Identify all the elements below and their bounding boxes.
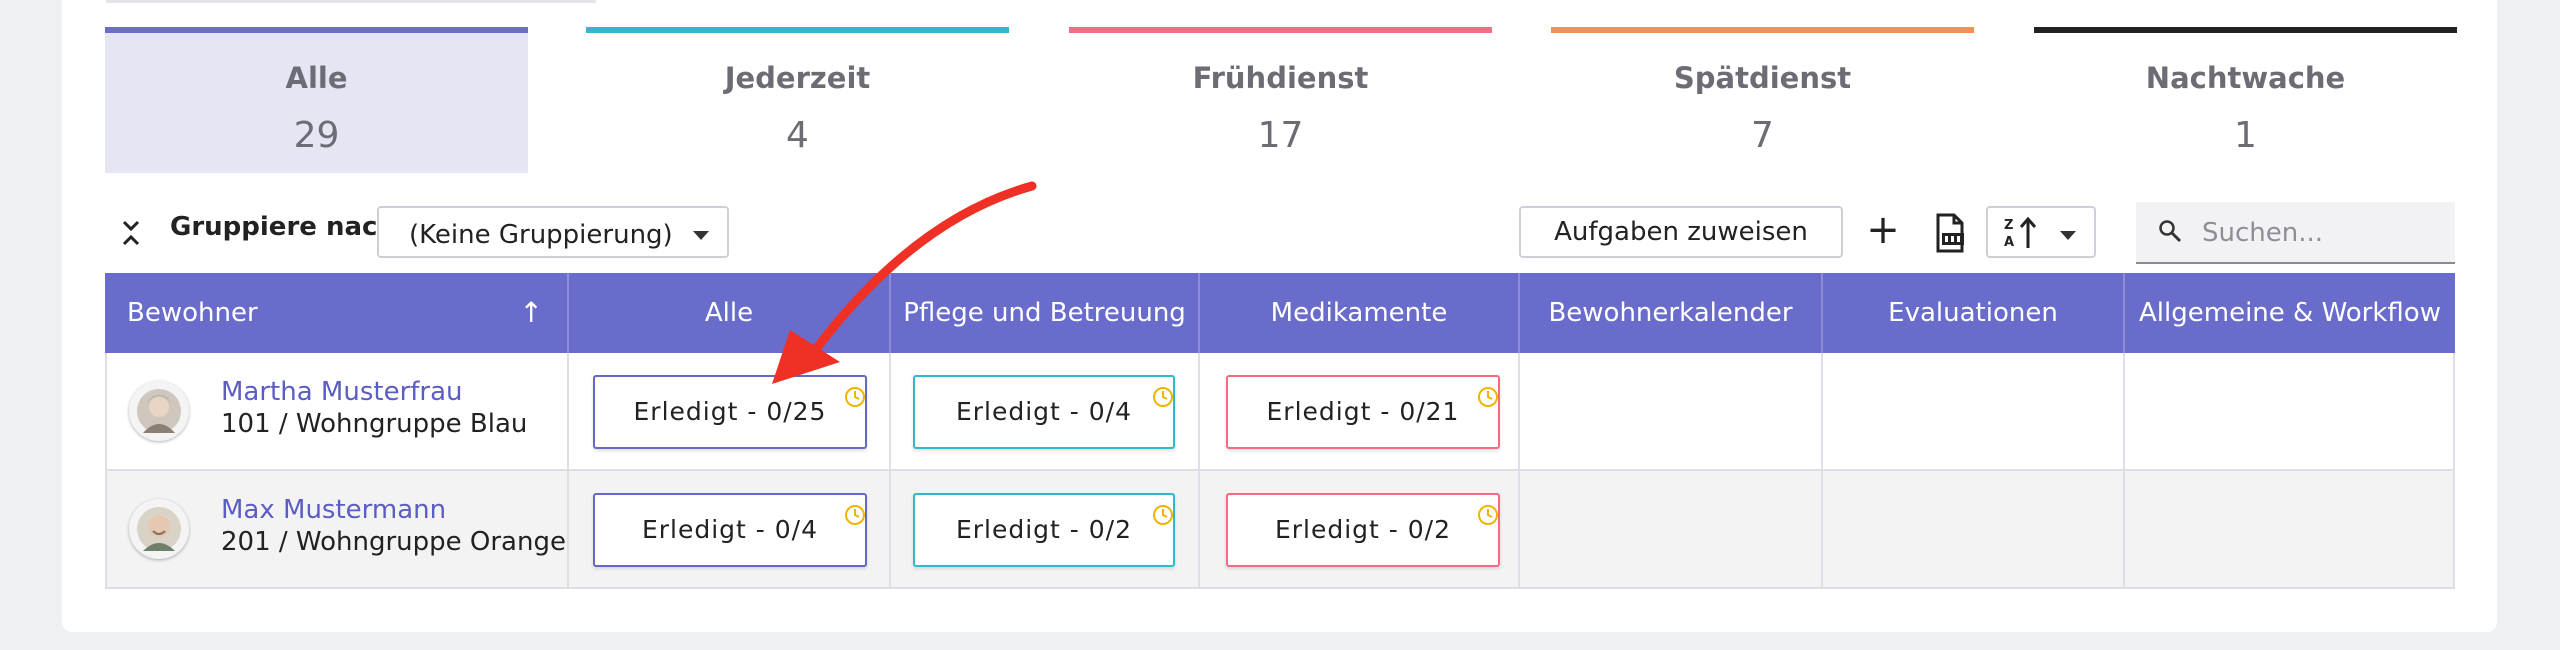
svg-text:A: A [2004,235,2014,250]
chip-label: Erledigt - 0/2 [955,515,1133,544]
assign-tasks-button[interactable]: Aufgaben zuweisen [1519,206,1843,258]
column-header-label: Bewohner [127,298,258,328]
tab-fruehdienst[interactable]: Frühdienst 17 [1069,27,1492,173]
cell-alle: Erledigt - 0/4 [569,471,891,587]
cell-medikamente: Erledigt - 0/2 [1200,471,1520,587]
tab-count: 4 [786,115,809,156]
tab-jederzeit[interactable]: Jederzeit 4 [586,27,1009,173]
clock-icon [845,505,865,525]
column-header-bewohnerkalender[interactable]: Bewohnerkalender [1520,273,1823,353]
tab-label: Frühdienst [1192,61,1369,95]
tab-alle[interactable]: Alle 29 [105,27,528,173]
resident-name-link[interactable]: Martha Musterfrau [221,377,463,407]
table-row: Max Mustermann 201 / Wohngruppe Orange E… [105,471,2455,589]
tab-color-bar [1551,27,1974,33]
annotation-arrow [772,181,1037,384]
tab-label: Jederzeit [724,61,871,95]
clock-icon [1478,505,1498,525]
search-icon [2159,220,2182,243]
chip-label: Erledigt - 0/4 [641,515,819,544]
tab-color-bar [105,27,528,33]
tab-label: Spätdienst [1673,61,1852,95]
chip-label: Erledigt - 0/25 [633,397,827,426]
column-header-allgemeine[interactable]: Allgemeine & Workflow [2125,273,2455,353]
sort-z-a-icon: Z A [2004,216,2037,250]
chip-label: Erledigt - 0/21 [1266,397,1460,426]
task-status-chip[interactable]: Erledigt - 0/21 [1226,375,1500,449]
sort-ascending-icon[interactable]: ↑ [520,273,543,353]
tab-label: Alle [285,61,348,95]
chip-label: Erledigt - 0/4 [955,397,1133,426]
tab-color-bar [586,27,1009,33]
resident-cell: Martha Musterfrau 101 / Wohngruppe Blau [105,353,569,469]
tab-label: Nachtwache [2145,61,2346,95]
cell-pflege: Erledigt - 0/2 [891,471,1200,587]
table-header: Bewohner ↑ Alle Pflege und Betreuung Med… [105,273,2455,353]
cell-evaluationen [1823,353,2125,469]
resident-name-link[interactable]: Max Mustermann [221,495,446,525]
group-by-label: Gruppiere nach: [170,212,407,242]
task-status-chip[interactable]: Erledigt - 0/2 [1226,493,1500,567]
task-status-chip[interactable]: Erledigt - 0/4 [593,493,867,567]
column-header-evaluationen[interactable]: Evaluationen [1823,273,2125,353]
clock-icon [1153,505,1173,525]
avatar [129,381,189,441]
tab-count: 17 [1257,115,1304,156]
avatar [129,499,189,559]
cell-allgemeine [2125,353,2455,469]
tab-spaetdienst[interactable]: Spätdienst 7 [1551,27,1974,173]
chip-label: Erledigt - 0/2 [1274,515,1452,544]
search-box[interactable] [2136,202,2455,264]
resident-unit: 101 / Wohngruppe Blau [221,409,528,439]
task-table: Bewohner ↑ Alle Pflege und Betreuung Med… [105,273,2455,593]
group-by-select[interactable]: (Keine Gruppierung) [377,206,729,258]
tab-color-bar [2034,27,2457,33]
search-input[interactable] [2200,216,2444,250]
svg-text:Z: Z [2004,218,2013,233]
collapse-all-icon[interactable] [118,218,144,248]
cell-bewohnerkalender [1520,471,1823,587]
cell-bewohnerkalender [1520,353,1823,469]
resident-cell: Max Mustermann 201 / Wohngruppe Orange [105,471,569,587]
tab-count: 7 [1751,115,1774,156]
column-header-medikamente[interactable]: Medikamente [1200,273,1520,353]
top-divider [106,0,596,3]
tab-count: 1 [2234,115,2257,156]
tab-nachtwache[interactable]: Nachtwache 1 [2034,27,2457,173]
tab-count: 29 [293,115,340,156]
group-by-value: (Keine Gruppierung) [409,220,673,250]
clock-icon [1153,387,1173,407]
csv-export-icon[interactable] [1932,213,1966,253]
table-row: Martha Musterfrau 101 / Wohngruppe Blau … [105,353,2455,471]
resident-unit: 201 / Wohngruppe Orange [221,527,566,557]
add-icon[interactable]: + [1866,210,1900,250]
chevron-down-icon [2060,231,2076,240]
sort-select[interactable]: Z A [1986,206,2096,258]
cell-medikamente: Erledigt - 0/21 [1200,353,1520,469]
task-status-chip[interactable]: Erledigt - 0/2 [913,493,1175,567]
clock-icon [1478,387,1498,407]
cell-allgemeine [2125,471,2455,587]
tab-color-bar [1069,27,1492,33]
cell-evaluationen [1823,471,2125,587]
chevron-down-icon [693,231,709,240]
column-header-bewohner[interactable]: Bewohner ↑ [105,273,569,353]
